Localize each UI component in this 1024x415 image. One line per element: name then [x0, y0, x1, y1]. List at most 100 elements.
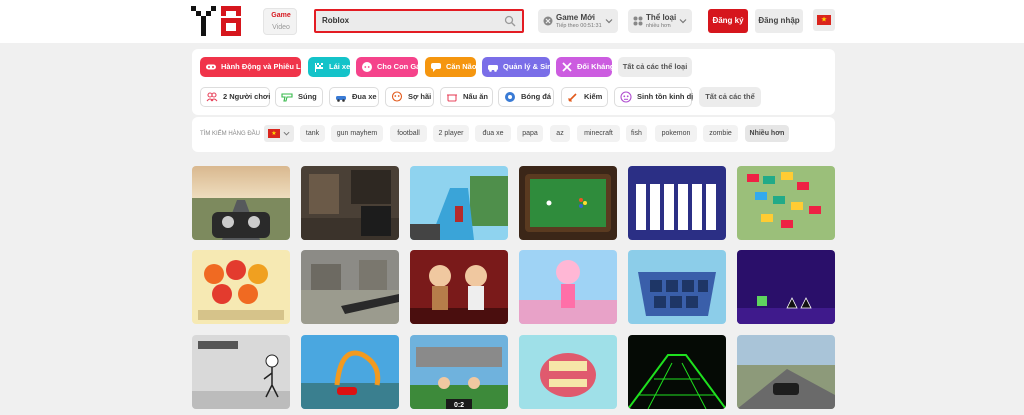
new-games-menu[interactable]: Game Mới Tiếp theo 00:51:31: [538, 9, 618, 33]
tag-football[interactable]: Bóng đá: [498, 87, 554, 107]
category-girls[interactable]: Cho Con Gái: [356, 57, 422, 77]
category-label: Đối Kháng: [577, 62, 615, 71]
new-games-countdown: Tiếp theo 00:51:31: [556, 23, 602, 29]
game-thumbnail-anime-dressup[interactable]: [519, 250, 617, 324]
top-search-keyword[interactable]: tank: [300, 125, 325, 142]
search-query[interactable]: Roblox: [322, 16, 349, 25]
tag-sword[interactable]: Kiếm: [561, 87, 608, 107]
tag-scary[interactable]: Sợ hãi: [385, 87, 434, 107]
y8-logo[interactable]: [191, 6, 247, 36]
tag-label: Bóng đá: [521, 92, 551, 101]
top-searches-label: TÌM KIẾM HÀNG ĐẦU: [200, 131, 261, 137]
game-thumbnail-dentist[interactable]: [519, 335, 617, 409]
game-thumbnail-cartoon-stage[interactable]: [410, 250, 508, 324]
tag-label: Kiếm: [584, 92, 603, 101]
region-selector[interactable]: ★: [264, 125, 294, 142]
language-selector[interactable]: ★: [813, 9, 835, 31]
soccer-score: 0:2: [454, 402, 464, 409]
game-thumbnail-stickman[interactable]: [192, 335, 290, 409]
categories-menu-subtitle: nhiều hơn: [646, 23, 671, 29]
top-search-keyword[interactable]: đua xe: [475, 125, 511, 142]
sword-icon: [568, 93, 577, 102]
game-video-switch[interactable]: Game Video: [263, 8, 297, 35]
categories-menu-title: Thể loại: [646, 13, 677, 22]
game-thumbnail-solitaire[interactable]: [628, 166, 726, 240]
game-thumbnail-tile-match[interactable]: [628, 250, 726, 324]
two-players-icon: [206, 92, 218, 102]
tag-label: Sinh tồn kinh dị: [637, 92, 694, 101]
tag-survival-horror[interactable]: Sinh tồn kinh dị: [614, 87, 694, 107]
vietnam-flag-icon: ★: [268, 129, 280, 138]
top-search-keyword[interactable]: pokemon: [655, 125, 697, 142]
switch-video[interactable]: Video: [264, 24, 298, 31]
category-fighting[interactable]: Đối Kháng: [556, 57, 615, 77]
tag-two-player[interactable]: 2 Người chơi: [200, 87, 270, 107]
tag-guns[interactable]: Súng: [275, 87, 323, 107]
chevron-down-icon: [679, 19, 687, 24]
game-thumbnail-sniper[interactable]: [301, 250, 399, 324]
game-thumbnail-highway-car[interactable]: [737, 335, 835, 409]
new-games-title: Game Mới: [556, 13, 596, 22]
top-search-keyword[interactable]: minecraft: [577, 125, 620, 142]
login-button[interactable]: Đăng nhập: [755, 9, 803, 33]
cooking-pot-icon: [447, 94, 457, 102]
top-search-keyword[interactable]: football: [390, 125, 427, 142]
speech-bubble-icon: [431, 63, 441, 72]
zombie-face-icon: [620, 91, 632, 103]
search-icon[interactable]: [504, 15, 516, 27]
category-label: Quản lý & Sim: [503, 62, 554, 71]
game-thumbnail-fps-warehouse[interactable]: [301, 166, 399, 240]
grid-icon: [633, 16, 643, 26]
switch-game[interactable]: Game: [264, 12, 298, 19]
top-search-keyword[interactable]: gun mayhem: [331, 125, 383, 142]
signup-button[interactable]: Đăng ký: [708, 9, 748, 33]
tag-label: 2 Người chơi: [223, 92, 271, 101]
tag-label: Sợ hãi: [408, 92, 432, 101]
game-thumbnail-motorbike[interactable]: [192, 166, 290, 240]
category-action-adventure[interactable]: Hành Động và Phiêu Lưu: [200, 57, 311, 77]
chevron-down-icon: [283, 131, 290, 136]
tag-racing[interactable]: Đua xe: [329, 87, 379, 107]
top-search-keyword[interactable]: 2 player: [433, 125, 469, 142]
chevron-down-icon: [605, 19, 613, 24]
game-thumbnail-car-parking-jam[interactable]: [737, 166, 835, 240]
game-thumbnail-obstacle-course[interactable]: [410, 166, 508, 240]
vietnam-flag-icon: ★: [817, 15, 831, 25]
game-thumbnail-neon-tunnel[interactable]: [628, 335, 726, 409]
top-search-keyword[interactable]: papa: [517, 125, 543, 142]
top-search-keyword[interactable]: zombie: [703, 125, 738, 142]
game-thumbnail-soccer-heads[interactable]: 0:2: [410, 335, 508, 409]
all-tags-button[interactable]: Tất cả các thể: [699, 87, 761, 107]
car-sim-icon: [488, 65, 498, 72]
top-search-keyword[interactable]: az: [550, 125, 570, 142]
more-searches-button[interactable]: Nhiều hơn: [745, 125, 789, 142]
category-brain[interactable]: Căn Não: [425, 57, 476, 77]
categories-menu[interactable]: Thể loại nhiều hơn: [628, 9, 692, 33]
race-car-icon: [336, 96, 346, 102]
category-label: Lái xe: [329, 62, 351, 71]
game-thumbnail-fruit-faces[interactable]: [192, 250, 290, 324]
category-label: Hành Động và Phiêu Lưu: [221, 62, 311, 71]
gamepad-icon: [206, 64, 216, 70]
crossed-swords-icon: [562, 62, 572, 72]
all-categories-button[interactable]: Tất cả các thể loại: [618, 57, 692, 77]
category-driving[interactable]: Lái xe: [308, 57, 350, 77]
girl-face-icon: [362, 62, 372, 72]
tag-label: Nấu ăn: [463, 92, 489, 101]
category-management-sim[interactable]: Quản lý & Sim: [482, 57, 554, 77]
category-label: Căn Não: [446, 62, 477, 71]
top-search-keyword[interactable]: fish: [626, 125, 647, 142]
category-label: Cho Con Gái: [377, 62, 423, 71]
gun-icon: [281, 93, 293, 102]
tag-cooking[interactable]: Nấu ăn: [440, 87, 493, 107]
checkered-flag-icon: [315, 63, 323, 72]
search-input[interactable]: Roblox: [314, 9, 524, 33]
skull-icon: [391, 91, 403, 102]
soccer-ball-icon: [505, 92, 515, 102]
new-games-icon: [543, 16, 553, 26]
tag-label: Đua xe: [352, 92, 377, 101]
game-thumbnail-geometry-dash[interactable]: [737, 250, 835, 324]
game-thumbnail-billiards[interactable]: [519, 166, 617, 240]
tag-label: Súng: [298, 92, 317, 101]
game-thumbnail-stunt-loop[interactable]: [301, 335, 399, 409]
